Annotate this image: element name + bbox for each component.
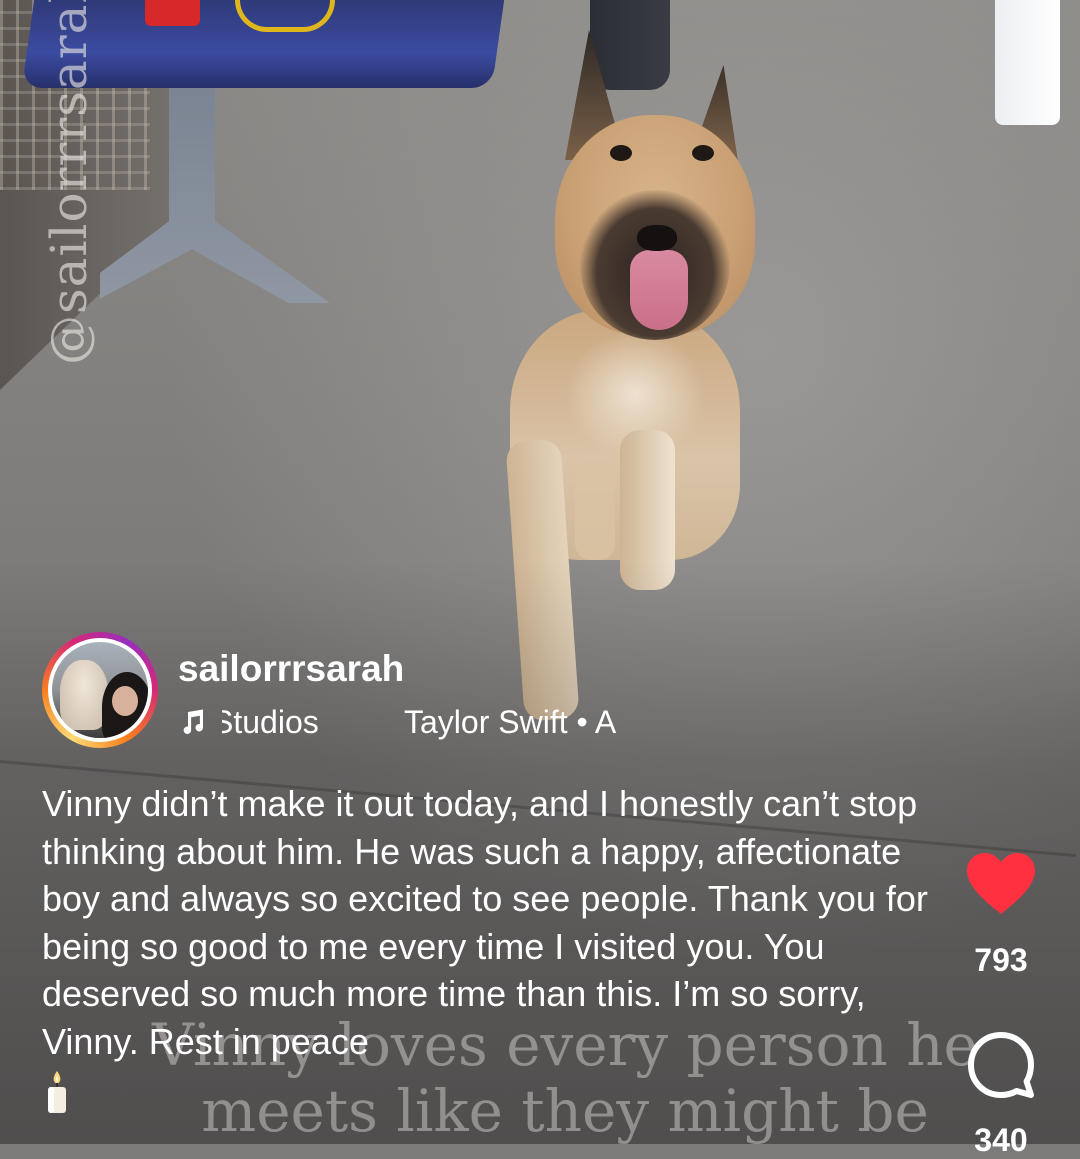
comment-bubble-icon — [968, 1032, 1034, 1098]
red-object — [145, 0, 200, 26]
comment-count: 340 — [974, 1122, 1028, 1158]
heart-icon — [967, 853, 1035, 914]
avatar — [52, 642, 148, 738]
caption-text: Vinny didn’t make it out today, and I ho… — [42, 783, 928, 1062]
author-avatar-story-ring[interactable] — [42, 632, 158, 748]
like-count: 793 — [974, 942, 1028, 978]
video-watermark: @sailorrrsarah — [40, 0, 98, 365]
song-artist: Taylor Swift • A — [404, 703, 617, 740]
post-caption[interactable]: Vinny didn’t make it out today, and I ho… — [42, 780, 942, 1115]
candle-icon — [48, 1071, 66, 1113]
white-door — [995, 0, 1060, 125]
author-username[interactable]: sailorrrsarah — [178, 648, 404, 690]
comment-button[interactable] — [966, 1030, 1036, 1100]
song-title: Studios — [222, 703, 319, 740]
music-info[interactable]: Studios Taylor Swift • A — [178, 700, 634, 744]
like-button[interactable] — [964, 850, 1038, 916]
music-note-icon — [183, 709, 204, 734]
